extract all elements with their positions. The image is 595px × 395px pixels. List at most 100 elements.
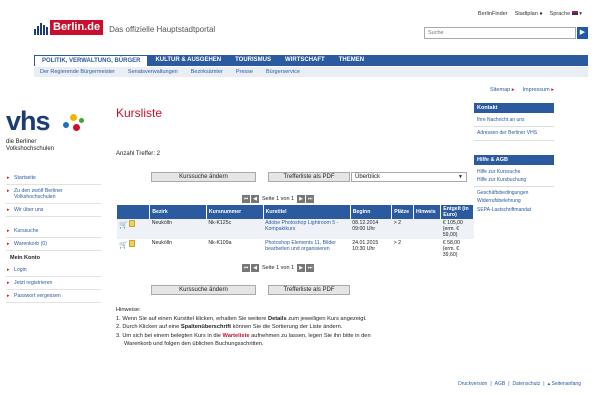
footer-agb[interactable]: AGB [495,381,506,387]
first-page-icon[interactable]: ⏮ [242,194,250,203]
agb-link-widerruf[interactable]: Widerrufsbelehrung [474,197,554,205]
note-icon[interactable] [128,240,135,247]
hint-3: 3. Um sich bei einem belegten Kurs in di… [116,332,466,341]
sitemap-link[interactable]: Sitemap ▸ [490,87,514,93]
col-header-hinweis[interactable]: Hinweis [413,205,442,219]
agb-link-geschaeftsbedingungen[interactable]: Geschäftsbedingungen [474,189,554,197]
subnav-buergerservice[interactable]: Bürgerservice [266,69,300,75]
mainnav-tourismus[interactable]: TOURISMUS [228,55,278,66]
cell-beginn: 24.01.2015 10:30 Uhr [352,240,379,252]
leftnav-kurssuche[interactable]: Kurssuche [6,225,101,238]
cell-bezirk: Neukölln [151,240,172,246]
col-header-actions [117,205,151,219]
leftnav-ueber-uns[interactable]: Wir über uns [6,204,101,217]
footer-separator: | [490,381,492,387]
footer-seitenanfang[interactable]: ▴ Seitenanfang [548,381,581,387]
change-search-button-top[interactable]: Kurssuche ändern [151,172,256,182]
kontakt-link-adressen[interactable]: Adressen der Berliner VHS [474,129,554,137]
next-page-icon[interactable]: ▶ [297,194,306,203]
pager-bottom: ⏮ ◀ Seite 1 von 1 ▶ ⏭ [242,263,315,272]
arrow-icon: ▸ [551,87,554,93]
next-page-icon[interactable]: ▶ [297,263,306,272]
hint-1-text: 1. Wenn Sie auf einen Kurstitel klicken,… [116,315,268,322]
cell-kursnummer: Nk-K125c [206,219,264,239]
table-row: 🛒 Neukölln Nk-K109a Photoshop Elements 1… [117,239,474,259]
pdf-button-bottom[interactable]: Trefferliste als PDF [268,285,350,295]
row-actions: 🛒 [117,239,150,259]
mainnav-kultur[interactable]: KULTUR & AUSGEHEN [148,55,228,66]
sprache-label: Sprache [549,11,571,17]
stadtplan-label: Stadtplan [514,11,538,17]
leftnav-startseite[interactable]: Startseite [6,172,101,185]
vhs-dots-icon [62,114,86,134]
mainnav-politik[interactable]: POLITIK, VERWALTUNG, BÜRGER [34,55,149,66]
footer-datenschutz[interactable]: Datenschutz [513,381,541,387]
leftnav-volkshochschulen[interactable]: Zu den zwölf Berliner Volkshochschulen [6,185,101,204]
agb-link-kursbuchung[interactable]: Hilfe zur Kursbuchung [474,176,554,184]
prev-page-icon[interactable]: ◀ [251,194,259,203]
result-count: Anzahl Treffer: 2 [116,151,160,157]
top-link-stadtplan[interactable]: Stadtplan ● [515,11,543,17]
col-header-bezirk[interactable]: Bezirk [149,205,207,219]
hint-2-bold: Spaltenüberschrift [180,324,232,330]
subnav-senat[interactable]: Senatsverwaltungen [128,69,178,75]
subnav-bezirke[interactable]: Bezirksämter [191,69,223,75]
course-link[interactable]: Adobe Photoshop Lightroom 5 - Kompaktkur… [265,220,338,232]
leftnav-warenkorb[interactable]: Warenkorb (0) [6,238,101,251]
cart-icon[interactable]: 🛒 [119,221,128,229]
vhs-logo[interactable]: vhs die Berliner Volkshochschulen [6,108,86,153]
pager-top: ⏮ ◀ Seite 1 von 1 ▶ ⏭ [242,194,315,203]
footer-separator: | [543,381,545,387]
header: Berlin.de Das offizielle Hauptstadtporta… [34,8,588,48]
note-icon[interactable] [128,220,135,227]
subnav-buergermeister[interactable]: Der Regierende Bürgermeister [40,69,115,75]
search-input[interactable]: Suche [424,27,576,39]
last-page-icon[interactable]: ⏭ [306,263,315,272]
table-header-row: Bezirk Kursnummer Kurstitel Beginn Plätz… [117,205,474,219]
arrow-icon: ▸ [511,87,515,93]
top-link-sprache[interactable]: Sprache ▾ [550,11,582,17]
cell-bezirk: Neukölln [149,219,207,239]
course-link[interactable]: Photoshop Elements 11, Bilder bearbeiten… [265,240,336,252]
leftnav-login[interactable]: Login [6,264,101,277]
subnav-presse[interactable]: Presse [236,69,253,75]
col-header-kurstitel[interactable]: Kurstitel [263,205,351,219]
col-header-kursnummer[interactable]: Kursnummer [206,205,264,219]
hint-2-text: 2. Durch Klicken auf eine [116,324,181,330]
leftnav-passwort[interactable]: Passwort vergessen [6,290,101,303]
hints-label: Hinweise: [116,307,141,313]
pdf-button-top[interactable]: Trefferliste als PDF [268,172,350,182]
vhs-subtitle: die Berliner Volkshochschulen [6,139,86,153]
first-page-icon[interactable]: ⏮ [242,263,250,272]
leftnav-heading-konto: Mein Konto [10,255,40,261]
col-header-plaetze[interactable]: Plätze [391,205,414,219]
search-submit-button[interactable]: ▶ [577,27,588,39]
leftnav-registrieren[interactable]: Jetzt registrieren [6,277,101,290]
footer-druckversion[interactable]: Druckversion [458,381,487,387]
agb-box: Hilfe & AGB Hilfe zur Kurssuche Hilfe zu… [474,154,554,214]
view-select[interactable]: Überblick ▼ [351,172,467,182]
col-header-entgelt[interactable]: Entgelt (in Euro) [440,205,474,219]
berlin-logo[interactable]: Berlin.de Das offizielle Hauptstadtporta… [34,19,215,35]
change-search-button-bottom[interactable]: Kurssuche ändern [151,285,256,295]
top-link-berlinfinder[interactable]: BerlinFinder [478,11,508,17]
prev-page-icon[interactable]: ◀ [251,263,259,272]
divider [474,126,554,128]
last-page-icon[interactable]: ⏭ [306,194,315,203]
cell-plaetze: > 2 [391,219,414,239]
price-reduced: (erm. € 39,60) [442,246,460,258]
page-title: Kursliste [116,106,163,120]
cell-plaetze: > 2 [393,240,402,246]
col-header-beginn[interactable]: Beginn [350,205,393,219]
agb-link-kurssuche[interactable]: Hilfe zur Kurssuche [474,165,554,176]
cart-icon[interactable]: 🛒 [119,241,128,249]
mainnav-wirtschaft[interactable]: WIRTSCHAFT [278,55,332,66]
hint-2: 2. Durch Klicken auf eine Spaltenübersch… [116,323,466,332]
kontakt-link-nachricht[interactable]: Ihre Nachricht an uns [474,113,554,124]
vhs-sub-line1: die Berliner [6,139,37,145]
mainnav-themen[interactable]: THEMEN [332,55,371,66]
footer: Druckversion | AGB | Datenschutz | ▴ Seiten… [458,381,581,387]
cell-beginn: 08.12.2014 09:00 Uhr [350,219,392,239]
impressum-link[interactable]: Impressum ▸ [523,87,555,93]
agb-link-sepa[interactable]: SEPA-Lastschriftmandat [474,206,554,214]
